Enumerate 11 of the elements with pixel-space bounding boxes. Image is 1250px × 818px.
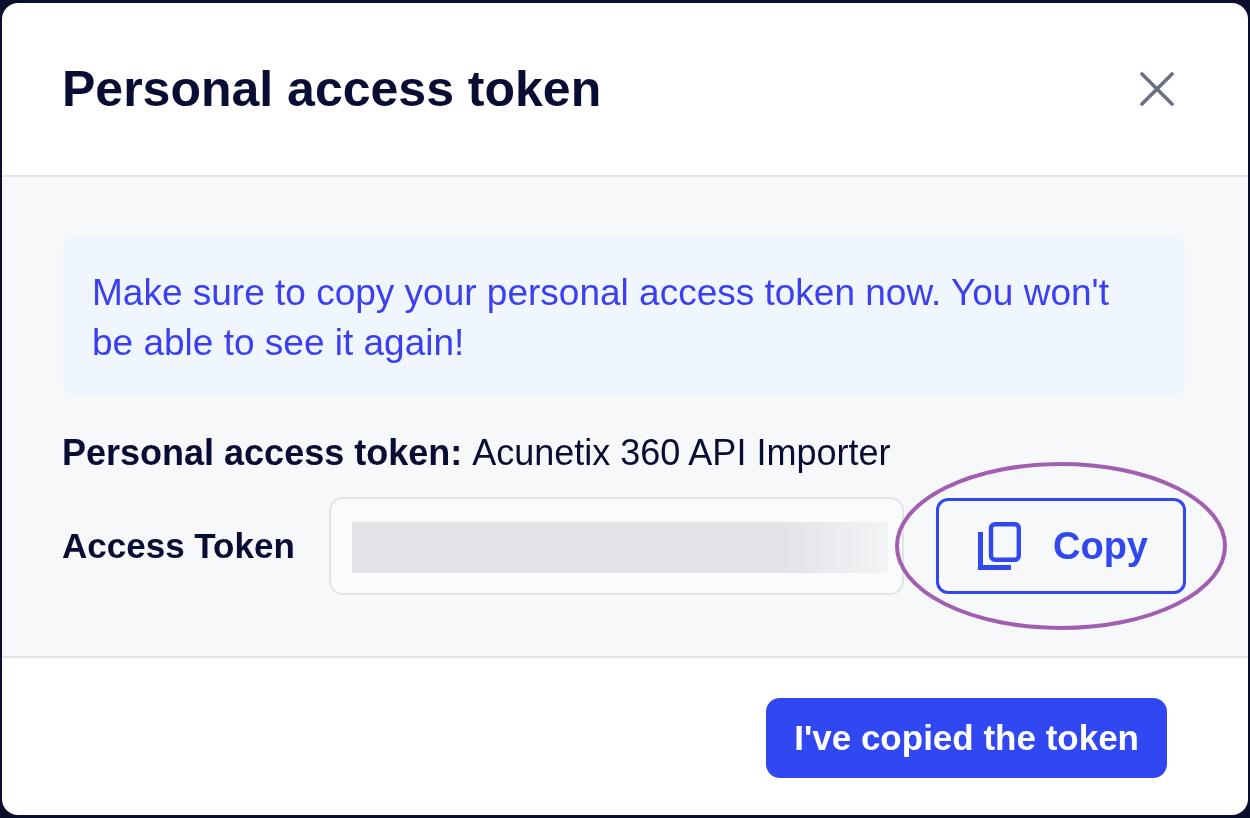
- access-token-label: Access Token: [62, 526, 296, 566]
- token-name-label: Personal access token:: [62, 431, 463, 475]
- copy-button[interactable]: Copy: [936, 498, 1186, 594]
- close-icon: [1140, 72, 1174, 106]
- token-name-value: Acunetix 360 API Importer: [472, 431, 891, 475]
- confirm-button[interactable]: I've copied the token: [766, 698, 1167, 778]
- token-field[interactable]: [329, 497, 904, 595]
- copy-icon: [978, 522, 1021, 570]
- dialog-title: Personal access token: [62, 60, 602, 119]
- close-button[interactable]: [1140, 72, 1174, 106]
- notice-text: Make sure to copy your personal access token now. You won't be able to see it again!: [92, 271, 1110, 365]
